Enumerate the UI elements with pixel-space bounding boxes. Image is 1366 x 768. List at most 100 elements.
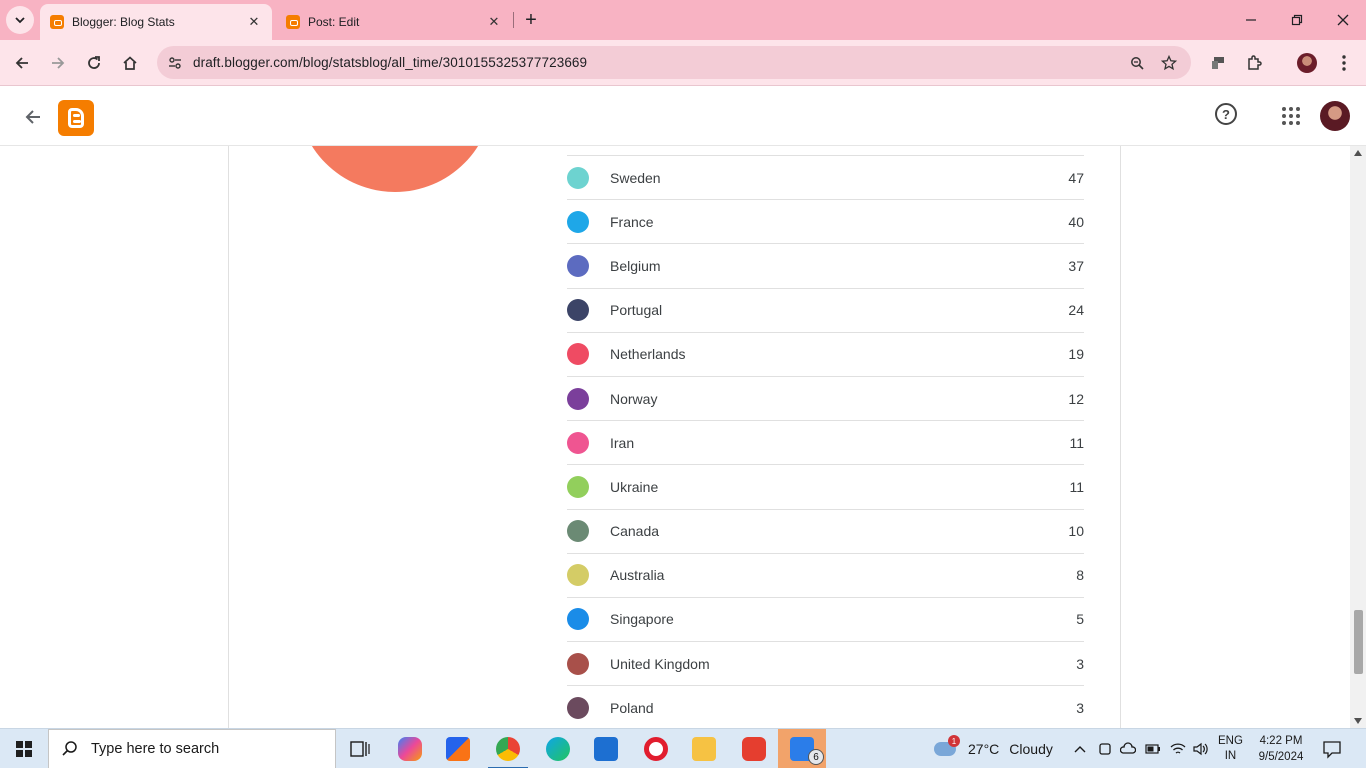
cast-button[interactable] — [1204, 49, 1232, 77]
blogger-logo[interactable] — [58, 100, 94, 136]
menu-button[interactable] — [1330, 49, 1358, 77]
tab-separator — [513, 12, 514, 28]
country-name: Ukraine — [610, 478, 659, 495]
arrow-right-icon — [52, 57, 65, 69]
weather-text: Cloudy — [1009, 741, 1053, 757]
battery-icon[interactable] — [1145, 741, 1161, 757]
taskbar-app-active[interactable]: 6 — [778, 729, 826, 768]
bookmark-star-icon[interactable] — [1159, 53, 1179, 73]
app-count-badge: 6 — [808, 749, 824, 765]
task-view-button[interactable] — [336, 729, 384, 768]
opera-button[interactable] — [632, 729, 680, 768]
notification-icon[interactable] — [1322, 739, 1342, 759]
scroll-up-icon[interactable] — [1354, 150, 1362, 156]
blogger-logo-bar-top — [73, 114, 80, 117]
minimize-button[interactable] — [1228, 0, 1274, 40]
country-count: 10 — [1068, 523, 1084, 540]
profile-button[interactable] — [1293, 49, 1321, 77]
search-placeholder: Type here to search — [91, 741, 220, 757]
edge-icon — [546, 737, 570, 761]
country-color-dot — [567, 166, 589, 189]
location-pie-chart — [297, 146, 493, 192]
start-button[interactable] — [0, 729, 48, 768]
store-button[interactable] — [434, 729, 482, 768]
chrome-icon — [496, 737, 520, 761]
country-color-dot — [567, 608, 589, 631]
blogger-favicon-icon — [286, 15, 300, 29]
edge-button[interactable] — [534, 729, 582, 768]
restore-button[interactable] — [1274, 0, 1320, 40]
tab-search-button[interactable] — [6, 6, 34, 34]
home-button[interactable] — [116, 49, 144, 77]
extensions-button[interactable] — [1240, 49, 1268, 77]
country-name: Belgium — [610, 257, 661, 274]
new-tab-button[interactable]: + — [519, 8, 543, 32]
wifi-icon[interactable] — [1170, 741, 1186, 757]
chrome-button[interactable] — [484, 729, 532, 768]
avatar — [1297, 53, 1317, 73]
address-bar[interactable]: draft.blogger.com/blog/statsblog/all_tim… — [157, 46, 1191, 79]
cloud-sync-icon[interactable] — [1120, 741, 1136, 757]
country-count: 12 — [1068, 390, 1084, 407]
language-indicator[interactable]: ENG IN — [1218, 734, 1243, 764]
chevron-down-icon — [15, 17, 25, 24]
windows-logo-icon — [16, 741, 32, 757]
weather-widget[interactable]: 1 27°C Cloudy — [934, 729, 1053, 768]
stats-content: Sweden 47 France 40 Belgium 37 Portugal 24 Nethe… — [0, 146, 1350, 728]
back-button[interactable] — [20, 104, 46, 130]
copilot-button[interactable] — [386, 729, 434, 768]
country-name: Iran — [610, 434, 635, 451]
wps-icon — [742, 737, 766, 761]
country-row: Sweden 47 — [567, 155, 1084, 199]
reload-button[interactable] — [80, 49, 108, 77]
avatar[interactable] — [1320, 101, 1350, 131]
clock-date: 9/5/2024 — [1258, 751, 1304, 763]
site-info-icon[interactable] — [165, 53, 185, 73]
card-border-right — [1120, 146, 1121, 728]
country-name: Canada — [610, 523, 660, 540]
cloud-icon: 1 — [934, 735, 960, 756]
mail-button[interactable] — [582, 729, 630, 768]
back-button[interactable] — [8, 49, 36, 77]
window-close-button[interactable] — [1320, 0, 1366, 40]
taskbar-search[interactable]: Type here to search — [48, 729, 336, 768]
opera-icon — [644, 737, 668, 761]
country-row: Australia 8 — [567, 552, 1084, 597]
page-scrollbar[interactable] — [1350, 146, 1366, 728]
task-view-icon — [350, 741, 370, 757]
wps-office-button[interactable] — [730, 729, 778, 768]
country-count: 24 — [1068, 302, 1084, 319]
forward-button[interactable] — [44, 49, 72, 77]
pie-slice — [297, 146, 493, 192]
country-color-dot — [567, 652, 589, 675]
clock[interactable]: 4:22 PM 9/5/2024 — [1256, 733, 1306, 765]
close-icon[interactable]: ✕ — [486, 14, 502, 30]
file-explorer-button[interactable] — [680, 729, 728, 768]
country-color-dot — [567, 299, 589, 322]
country-row: Canada 10 — [567, 508, 1084, 553]
country-count: 47 — [1068, 169, 1084, 186]
country-color-dot — [567, 564, 589, 587]
help-icon[interactable]: ? — [1215, 103, 1237, 125]
apps-grid-icon[interactable] — [1282, 107, 1302, 127]
scroll-down-icon[interactable] — [1354, 718, 1362, 724]
chevron-up-icon[interactable] — [1072, 741, 1088, 757]
scroll-thumb[interactable] — [1354, 610, 1363, 674]
country-count: 11 — [1069, 434, 1084, 451]
tab-post-edit[interactable]: Post: Edit ✕ — [276, 4, 512, 40]
country-color-dot — [567, 520, 589, 543]
close-icon[interactable]: ✕ — [246, 14, 262, 30]
country-count: 40 — [1068, 213, 1084, 230]
meet-now-icon[interactable] — [1097, 741, 1113, 757]
zoom-icon[interactable] — [1127, 53, 1147, 73]
volume-icon[interactable] — [1193, 741, 1209, 757]
country-name: United Kingdom — [610, 655, 710, 672]
country-name: Singapore — [610, 611, 674, 628]
tab-blogger-stats[interactable]: Blogger: Blog Stats ✕ — [40, 4, 272, 40]
country-count: 37 — [1068, 257, 1084, 274]
country-row: Norway 12 — [567, 375, 1084, 420]
country-color-dot — [567, 431, 589, 454]
country-count: 8 — [1076, 567, 1084, 584]
country-color-dot — [567, 475, 589, 498]
lang-line1: ENG — [1218, 735, 1243, 747]
